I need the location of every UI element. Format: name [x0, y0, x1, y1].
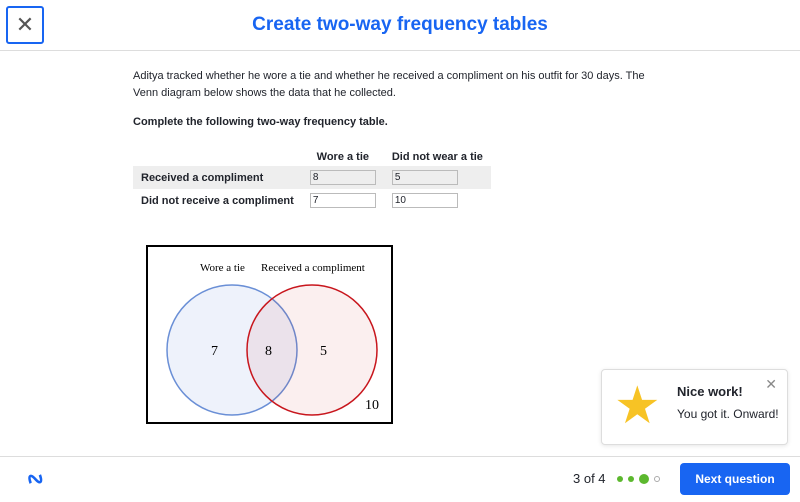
progress-dot-done — [628, 476, 634, 482]
toast-message: You got it. Onward! — [677, 407, 779, 421]
feedback-toast: ★ Nice work! You got it. Onward! ✕ — [601, 369, 788, 445]
page-title: Create two-way frequency tables — [252, 14, 548, 35]
progress-dot-todo — [654, 476, 660, 482]
question-prompt: Aditya tracked whether he wore a tie and… — [133, 70, 645, 99]
divider — [0, 456, 800, 457]
row-label: Received a compliment — [133, 166, 302, 189]
progress-dot-done — [617, 476, 623, 482]
table-row: Received a compliment 8 5 — [133, 166, 491, 189]
value-neither: 10 — [365, 398, 379, 413]
value-only-tie: 7 — [211, 344, 218, 359]
progress-dots — [617, 474, 660, 484]
close-toast-icon[interactable]: ✕ — [765, 376, 777, 393]
progress-dot-current — [639, 474, 649, 484]
answer-input[interactable]: 8 — [309, 170, 376, 185]
answer-input[interactable]: 7 — [309, 193, 376, 208]
venn-diagram: Wore a tie Received a compliment 7 8 5 1… — [146, 245, 393, 424]
col-header: Did not wear a tie — [391, 151, 483, 163]
frequency-table: Wore a tie Did not wear a tie Received a … — [133, 148, 491, 212]
value-both: 8 — [265, 344, 272, 359]
progress-text: 3 of 4 — [573, 471, 606, 486]
value-only-compliment: 5 — [320, 344, 327, 359]
divider — [0, 50, 800, 51]
instruction: Complete the following two-way frequency… — [133, 116, 388, 128]
toast-title: Nice work! — [677, 384, 743, 399]
answer-input[interactable]: 5 — [391, 170, 458, 185]
star-icon: ★ — [614, 377, 661, 435]
col-header: Wore a tie — [316, 151, 370, 163]
scratchpad-icon[interactable]: ∿ — [21, 463, 50, 495]
row-label: Did not receive a compliment — [141, 194, 294, 207]
table-row: Did not receive a compliment 7 10 — [133, 189, 491, 212]
answer-input[interactable]: 10 — [391, 193, 458, 208]
label-wore-tie: Wore a tie — [200, 262, 245, 274]
next-question-button[interactable]: Next question — [680, 463, 790, 495]
label-compliment: Received a compliment — [261, 262, 365, 274]
